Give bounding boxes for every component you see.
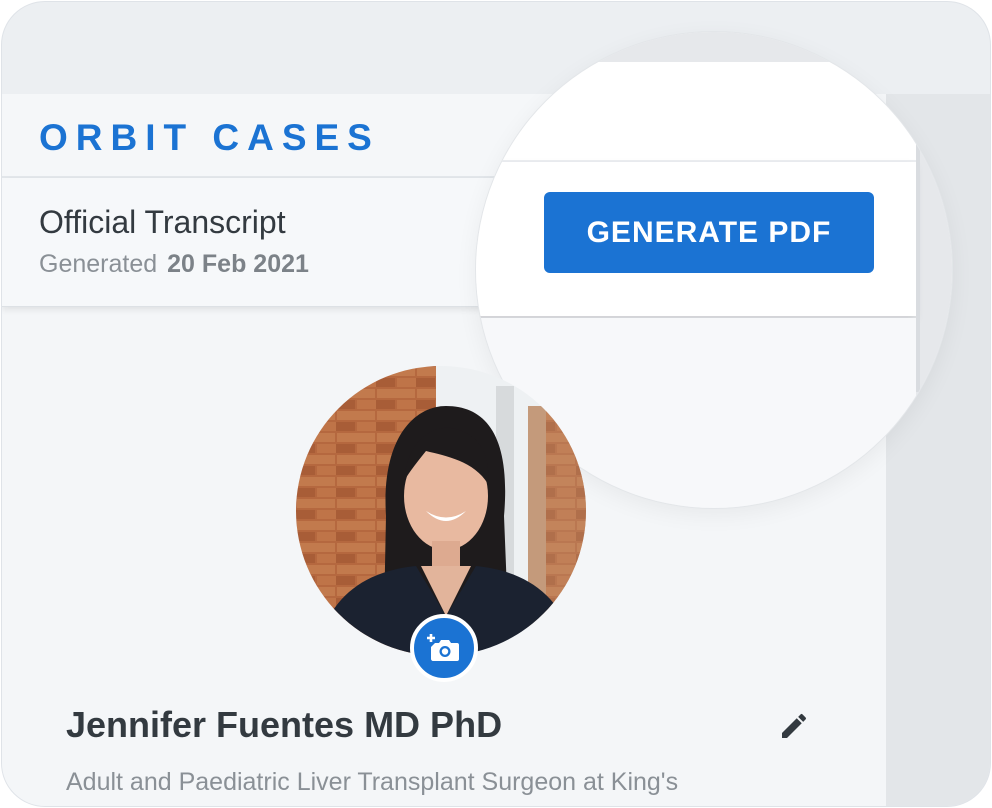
document-title: Official Transcript xyxy=(39,204,286,240)
generated-label: Generated xyxy=(39,250,158,278)
generate-pdf-button[interactable]: GENERATE PDF xyxy=(544,192,874,273)
pencil-icon[interactable] xyxy=(778,710,810,742)
generated-date: 20 Feb 2021 xyxy=(167,250,309,278)
add-photo-icon xyxy=(427,634,459,661)
change-photo-button[interactable] xyxy=(410,614,478,682)
avatar xyxy=(296,366,586,656)
zoom-header xyxy=(476,62,916,162)
zoom-panel-edge xyxy=(916,62,920,392)
profile-subtitle: Adult and Paediatric Liver Transplant Su… xyxy=(66,768,679,796)
profile-name: Jennifer Fuentes MD PhD xyxy=(66,704,503,745)
avatar-photo xyxy=(296,366,586,656)
device-frame: ORBIT CASES Official Transcript Generate… xyxy=(1,1,991,807)
document-meta: Generated 20 Feb 2021 xyxy=(39,250,309,279)
brand-logo-text: ORBIT CASES xyxy=(39,117,380,158)
